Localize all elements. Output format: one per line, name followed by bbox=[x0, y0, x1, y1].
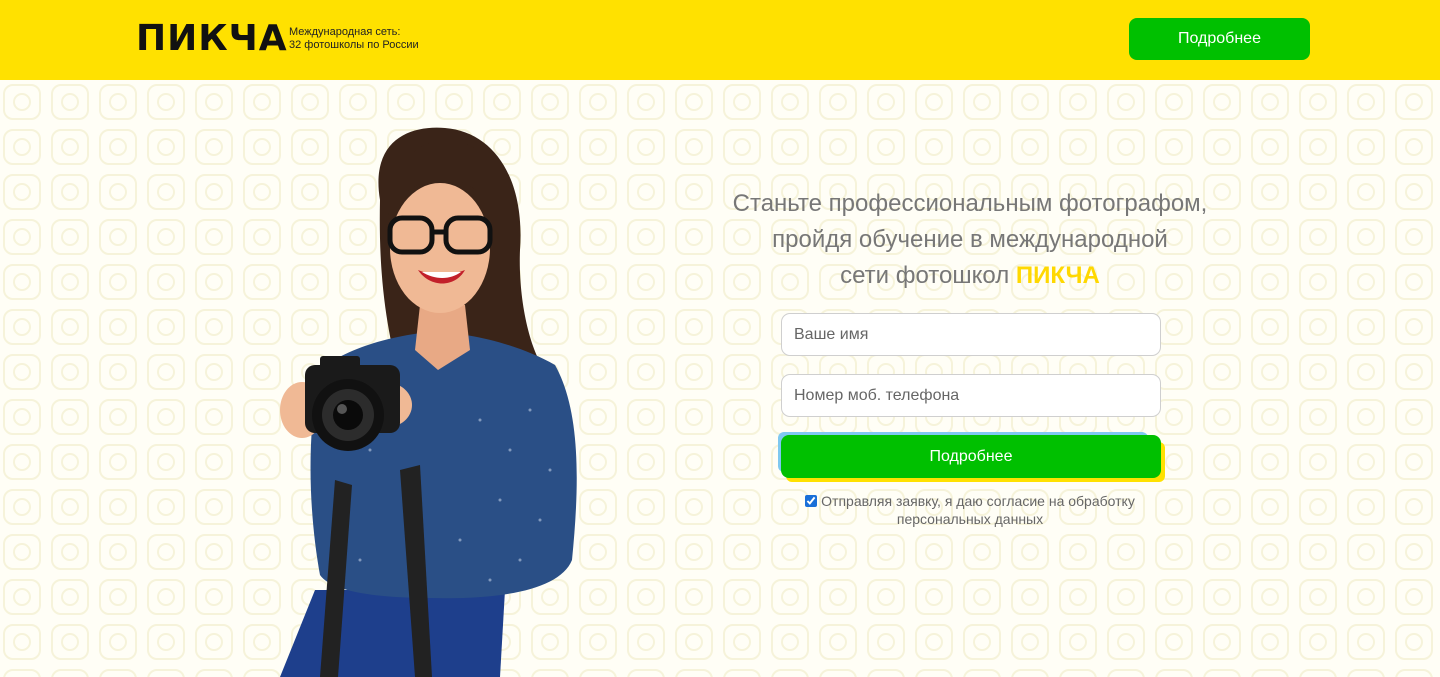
tagline-line-1: Международная сеть: bbox=[289, 26, 401, 38]
header-more-button[interactable]: Подробнее bbox=[1129, 18, 1310, 60]
consent-block: Отправляя заявку, я даю согласие на обра… bbox=[800, 492, 1140, 528]
logo[interactable]: ПИКЧА bbox=[136, 17, 288, 61]
headline-line-3-text: сети фотошкол bbox=[840, 262, 1016, 289]
headline-line-1: Станьте профессиональным фотографом, bbox=[732, 190, 1208, 217]
photographer-image bbox=[280, 127, 577, 677]
headline-brand: ПИКЧА bbox=[1015, 262, 1100, 289]
headline-line-3: сети фотошкол ПИКЧА bbox=[700, 258, 1240, 294]
consent-checkbox[interactable] bbox=[805, 495, 818, 507]
phone-input[interactable] bbox=[781, 374, 1161, 417]
submit-button-wrapper: Подробнее bbox=[778, 432, 1165, 482]
consent-text: Отправляя заявку, я даю согласие на обра… bbox=[821, 493, 1135, 527]
name-input[interactable] bbox=[781, 313, 1161, 356]
headline-line-2: пройдя обучение в международной bbox=[772, 226, 1168, 253]
tagline: Международная сеть: 32 фотошколы по Росс… bbox=[289, 26, 459, 52]
top-bar: ПИКЧА Международная сеть: 32 фотошколы п… bbox=[0, 0, 1440, 80]
hero-headline: Станьте профессиональным фотографом, про… bbox=[700, 186, 1240, 294]
background-pattern bbox=[0, 80, 1440, 677]
submit-button[interactable]: Подробнее bbox=[781, 435, 1161, 478]
tagline-line-2: 32 фотошколы по России bbox=[289, 39, 419, 51]
